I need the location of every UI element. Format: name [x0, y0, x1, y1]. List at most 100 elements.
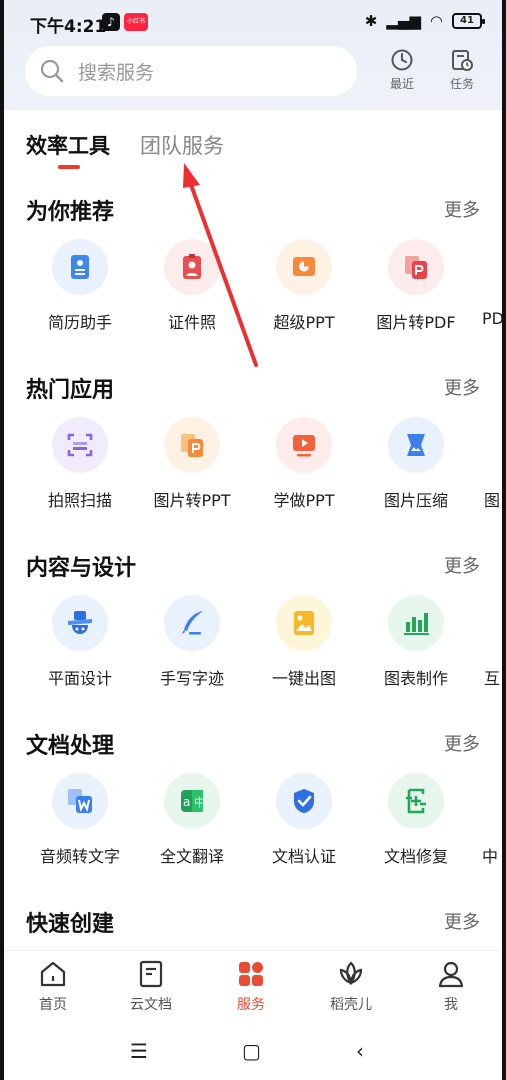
tab-efficiency-tools[interactable]: 效率工具 [26, 130, 110, 169]
tab-bar: 效率工具 团队服务 [26, 130, 224, 169]
service-doc-certify[interactable]: 文档认证 [248, 773, 360, 867]
more-button[interactable]: 更多 [444, 730, 480, 756]
service-graphic-design[interactable]: 平面设计 [24, 595, 136, 689]
service-partial[interactable]: 图 [472, 417, 502, 511]
section-recommended: 为你推荐 更多 简历助手 证件照 超级PPT 图片转PDF PD [4, 194, 502, 372]
status-time: 下午4:21 [30, 17, 107, 37]
image-generate-icon [294, 611, 314, 635]
section-title: 内容与设计 [26, 556, 137, 581]
tasks-label: 任务 [449, 77, 474, 91]
search-bar[interactable]: 搜索服务 [25, 46, 357, 96]
service-image-compress[interactable]: 图片压缩 [360, 417, 472, 511]
section-title: 快速创建 [26, 912, 115, 937]
services-icon [239, 962, 263, 986]
tab-team-services[interactable]: 团队服务 [140, 130, 224, 160]
nav-services[interactable]: 服务 [216, 959, 286, 1014]
doc-repair-icon [406, 788, 426, 814]
phone-screen: 下午4:21 ♪ 小红书 ✱ ▂▄▆ ◠ 41 搜索服务 最近 任务 效率工具 … [4, 0, 502, 1080]
service-label: 图片压缩 [383, 491, 448, 510]
image-to-pdf-icon [405, 256, 427, 279]
service-partial[interactable]: 中 [472, 773, 502, 867]
recent-label: 最近 [389, 77, 414, 91]
service-image-to-pdf[interactable]: 图片转PDF [360, 239, 472, 333]
translate-icon: a中 [181, 790, 205, 812]
search-placeholder: 搜索服务 [78, 61, 155, 84]
docer-icon [339, 961, 363, 985]
nav-label: 首页 [39, 997, 67, 1013]
system-nav-bar: ☰ ▢ ‹ [4, 1020, 502, 1080]
section-title: 文档处理 [26, 734, 115, 759]
service-full-translate[interactable]: a中 全文翻译 [136, 773, 248, 867]
bar-chart-icon [404, 613, 429, 635]
service-label: 音频转文字 [39, 847, 120, 866]
task-icon [452, 50, 473, 71]
search-icon [40, 59, 64, 83]
nav-label: 服务 [237, 997, 265, 1013]
design-hat-icon [68, 611, 92, 634]
battery-icon: 41 [452, 13, 485, 29]
service-label: 图片转PDF [376, 313, 456, 332]
bottom-nav: 首页 云文档 服务 稻壳儿 我 [4, 950, 502, 1020]
service-label: 平面设计 [47, 669, 112, 688]
nav-home[interactable]: 首页 [18, 959, 88, 1014]
nav-label: 稻壳儿 [330, 997, 372, 1013]
svg-text:中: 中 [194, 796, 205, 809]
nav-docer[interactable]: 稻壳儿 [316, 959, 386, 1014]
service-label: 拍照扫描 [47, 491, 112, 510]
service-image-to-ppt[interactable]: 图片转PPT [136, 417, 248, 511]
quill-icon [182, 611, 203, 635]
tasks-button[interactable]: 任务 [442, 48, 482, 92]
compress-icon [407, 434, 425, 456]
service-label: 一键出图 [271, 669, 336, 688]
service-one-click-image[interactable]: 一键出图 [248, 595, 360, 689]
cloud-doc-icon [139, 960, 163, 988]
shield-check-icon [294, 789, 314, 813]
recent-button[interactable]: 最近 [382, 48, 422, 92]
service-resume-assistant[interactable]: 简历助手 [24, 239, 136, 333]
service-id-photo[interactable]: 证件照 [136, 239, 248, 333]
service-partial[interactable]: PD [472, 239, 502, 328]
service-label: 图 [484, 491, 501, 510]
service-label: 全文翻译 [159, 847, 224, 866]
svg-text:a: a [183, 795, 190, 809]
service-handwriting[interactable]: 手写字迹 [136, 595, 248, 689]
back-icon[interactable]: ‹ [356, 1039, 364, 1063]
service-label: 简历助手 [47, 313, 112, 332]
service-label: 学做PPT [273, 491, 335, 510]
section-doc-processing: 文档处理 更多 音频转文字 a中 全文翻译 文档认证 文档修复 中 [4, 728, 502, 906]
menu-icon[interactable]: ☰ [130, 1039, 148, 1063]
wifi-icon: ◠ [429, 12, 443, 30]
signal-icon: ▂▄▆ [386, 12, 421, 30]
service-learn-ppt[interactable]: 学做PPT [248, 417, 360, 511]
nav-label: 云文档 [130, 997, 172, 1013]
more-button[interactable]: 更多 [444, 196, 480, 222]
nav-me[interactable]: 我 [416, 959, 486, 1014]
service-label: 互 [484, 669, 501, 688]
service-doc-repair[interactable]: 文档修复 [360, 773, 472, 867]
more-button[interactable]: 更多 [444, 374, 480, 400]
resume-icon [71, 255, 89, 279]
service-photo-scan[interactable]: 拍照扫描 [24, 417, 136, 511]
service-label: 图表制作 [383, 669, 448, 688]
service-audio-to-text[interactable]: 音频转文字 [24, 773, 136, 867]
services-content: 效率工具 团队服务 为你推荐 更多 简历助手 证件照 超级PPT 图片转PDF … [4, 110, 502, 950]
service-super-ppt[interactable]: 超级PPT [248, 239, 360, 333]
bluetooth-icon: ✱ [364, 12, 378, 30]
service-chart-maker[interactable]: 图表制作 [360, 595, 472, 689]
scan-icon [67, 433, 93, 457]
clock-icon [391, 49, 413, 71]
profile-icon [438, 961, 464, 988]
more-button[interactable]: 更多 [444, 552, 480, 578]
audio-to-text-icon [68, 789, 92, 813]
service-label: 证件照 [167, 313, 216, 332]
tiktok-icon: ♪ [102, 13, 120, 31]
service-partial[interactable]: 互 [472, 595, 502, 689]
more-button[interactable]: 更多 [444, 908, 480, 934]
service-label: 文档认证 [271, 847, 336, 866]
image-to-ppt-icon [181, 434, 203, 457]
home-square-icon[interactable]: ▢ [242, 1039, 261, 1063]
ppt-chart-icon [293, 257, 315, 276]
service-label: PD [482, 309, 502, 328]
nav-cloud-docs[interactable]: 云文档 [116, 959, 186, 1014]
service-label: 手写字迹 [159, 669, 224, 688]
